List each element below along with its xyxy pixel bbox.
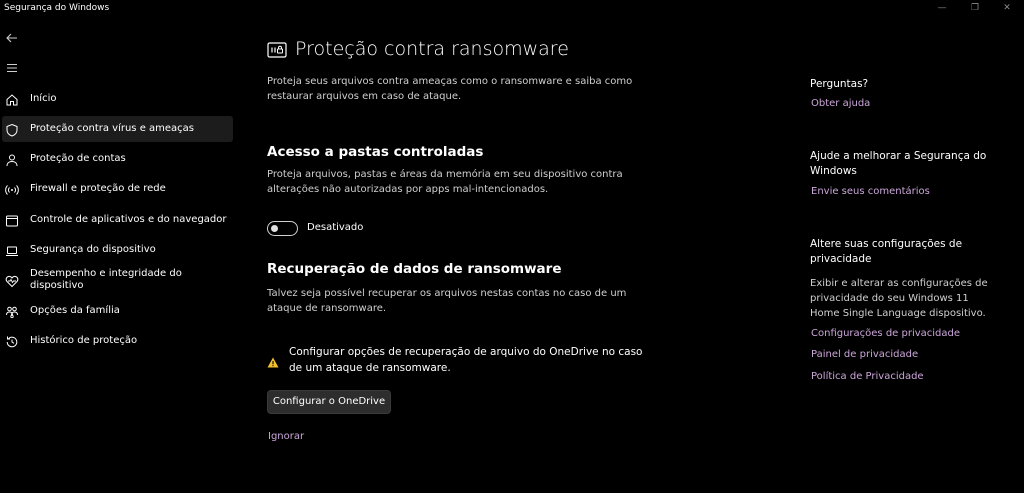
shield-icon: [5, 122, 19, 137]
back-arrow-icon[interactable]: [4, 30, 20, 46]
heart-pulse-icon: [5, 273, 19, 288]
toggle-knob: [271, 225, 278, 232]
nav-item-protection-history[interactable]: Histórico de proteção: [2, 328, 233, 354]
cfa-description: Proteja arquivos, pastas e áreas da memó…: [267, 169, 623, 195]
browser-window-icon: [5, 213, 19, 227]
get-help-link[interactable]: Obter ajuda: [811, 98, 870, 109]
ignore-link[interactable]: Ignorar: [268, 431, 304, 442]
nav-label: Proteção de contas: [30, 153, 126, 164]
onedrive-warning-text: Configurar opções de recuperação de arqu…: [289, 346, 643, 374]
recovery-section-title: Recuperação de dados de ransomware: [267, 261, 562, 277]
nav-item-family-options[interactable]: Opções da família: [2, 298, 233, 324]
questions-heading: Perguntas?: [810, 78, 869, 90]
close-button[interactable]: ✕: [1000, 2, 1014, 14]
cfa-toggle-state: Desativado: [307, 222, 364, 233]
home-icon: [5, 92, 19, 106]
person-icon: [5, 152, 19, 167]
cfa-toggle[interactable]: [267, 221, 298, 236]
nav-label: Opções da família: [30, 305, 120, 316]
privacy-dashboard-link[interactable]: Painel de privacidade: [811, 349, 918, 360]
nav-label: Início: [30, 93, 57, 104]
page-description: Proteja seus arquivos contra ameaças com…: [267, 76, 633, 102]
send-feedback-link[interactable]: Envie seus comentários: [811, 186, 930, 197]
privacy-settings-link[interactable]: Configurações de privacidade: [811, 328, 960, 339]
nav-label: Histórico de proteção: [30, 335, 138, 346]
nav-label: Firewall e proteção de rede: [30, 183, 166, 194]
improve-heading: Ajude a melhorar a Segurança do Windows: [810, 150, 987, 177]
minimize-button[interactable]: —: [935, 2, 949, 14]
nav-item-account-protection[interactable]: Proteção de contas: [2, 146, 233, 172]
nav-label: Desempenho e integridade do dispositivo: [30, 268, 182, 291]
ransomware-folder-icon: [267, 41, 287, 59]
hamburger-menu-icon[interactable]: [4, 60, 20, 76]
privacy-heading: Altere suas configurações de privacidade: [810, 238, 963, 265]
nav-label: Controle de aplicativos e do navegador: [30, 214, 227, 225]
app-title: Segurança do Windows: [4, 3, 110, 13]
wifi-antenna-icon: [5, 182, 19, 196]
warning-triangle-icon: [267, 353, 279, 368]
laptop-icon: [5, 243, 19, 257]
nav-item-app-browser-control[interactable]: Controle de aplicativos e do navegador: [2, 207, 233, 233]
nav-item-inicio[interactable]: Início: [2, 86, 233, 112]
recovery-description: Talvez seja possível recuperar os arquiv…: [267, 288, 627, 314]
configure-onedrive-button[interactable]: Configurar o OneDrive: [267, 390, 391, 414]
maximize-button[interactable]: ❐: [968, 2, 982, 14]
nav-label: Segurança do dispositivo: [30, 244, 156, 255]
nav-item-virus-protection[interactable]: Proteção contra vírus e ameaças: [2, 116, 233, 142]
cfa-section-title: Acesso a pastas controladas: [267, 144, 484, 160]
nav-label: Proteção contra vírus e ameaças: [30, 123, 195, 134]
nav-item-device-performance[interactable]: Desempenho e integridade do dispositivo: [2, 266, 233, 294]
page-title: Proteção contra ransomware: [295, 38, 569, 60]
privacy-policy-link[interactable]: Política de Privacidade: [811, 371, 924, 382]
title-bar: Segurança do Windows — ❐ ✕: [0, 0, 1024, 18]
history-icon: [5, 334, 19, 348]
privacy-description: Exibir e alterar as configurações de pri…: [810, 278, 988, 319]
family-icon: [5, 304, 19, 319]
nav-item-device-security[interactable]: Segurança do dispositivo: [2, 237, 233, 263]
nav-item-firewall[interactable]: Firewall e proteção de rede: [2, 176, 233, 202]
